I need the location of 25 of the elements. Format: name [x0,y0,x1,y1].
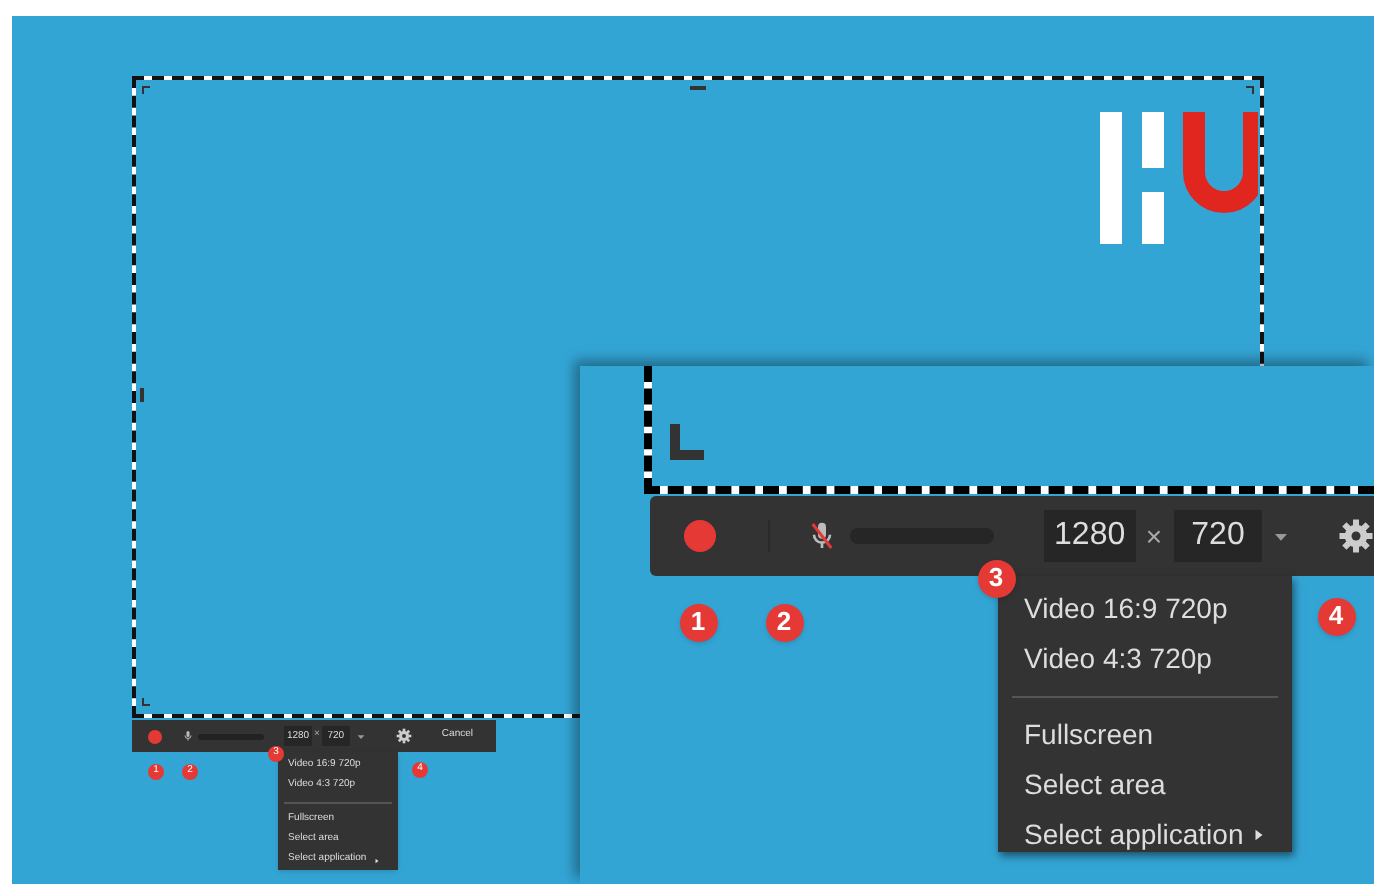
record-button[interactable] [684,520,716,552]
menu-item[interactable]: Video 4:3 720p [998,634,1292,684]
settings-icon[interactable] [1338,518,1374,554]
microphone-icon[interactable] [182,730,194,742]
dropdown-caret-icon[interactable] [355,731,366,741]
number-badge: 4 [1317,597,1355,635]
settings-icon[interactable] [395,728,412,744]
muted-microphone-icon[interactable] [806,520,838,552]
menu-item[interactable]: Select application [998,810,1292,860]
submenu-arrow-icon[interactable] [1251,828,1266,842]
logo-icon [1100,112,1258,246]
corner-handle[interactable] [1246,86,1254,94]
menu-item[interactable]: Fullscreen [998,710,1292,760]
record-button[interactable] [148,729,162,743]
number-badge: 1 [679,603,717,641]
menu-item[interactable]: Select area [998,760,1292,810]
width-field[interactable]: 1280 [1043,510,1136,562]
times-label: × [1145,517,1162,555]
height-field[interactable]: 720 [1174,510,1262,562]
edge-handle[interactable] [690,86,706,90]
corner-handle[interactable] [142,86,150,94]
number-badge: 2 [765,603,803,641]
corner-handle[interactable] [670,424,704,460]
corner-handle[interactable] [142,698,150,706]
edge-handle[interactable] [140,388,144,402]
